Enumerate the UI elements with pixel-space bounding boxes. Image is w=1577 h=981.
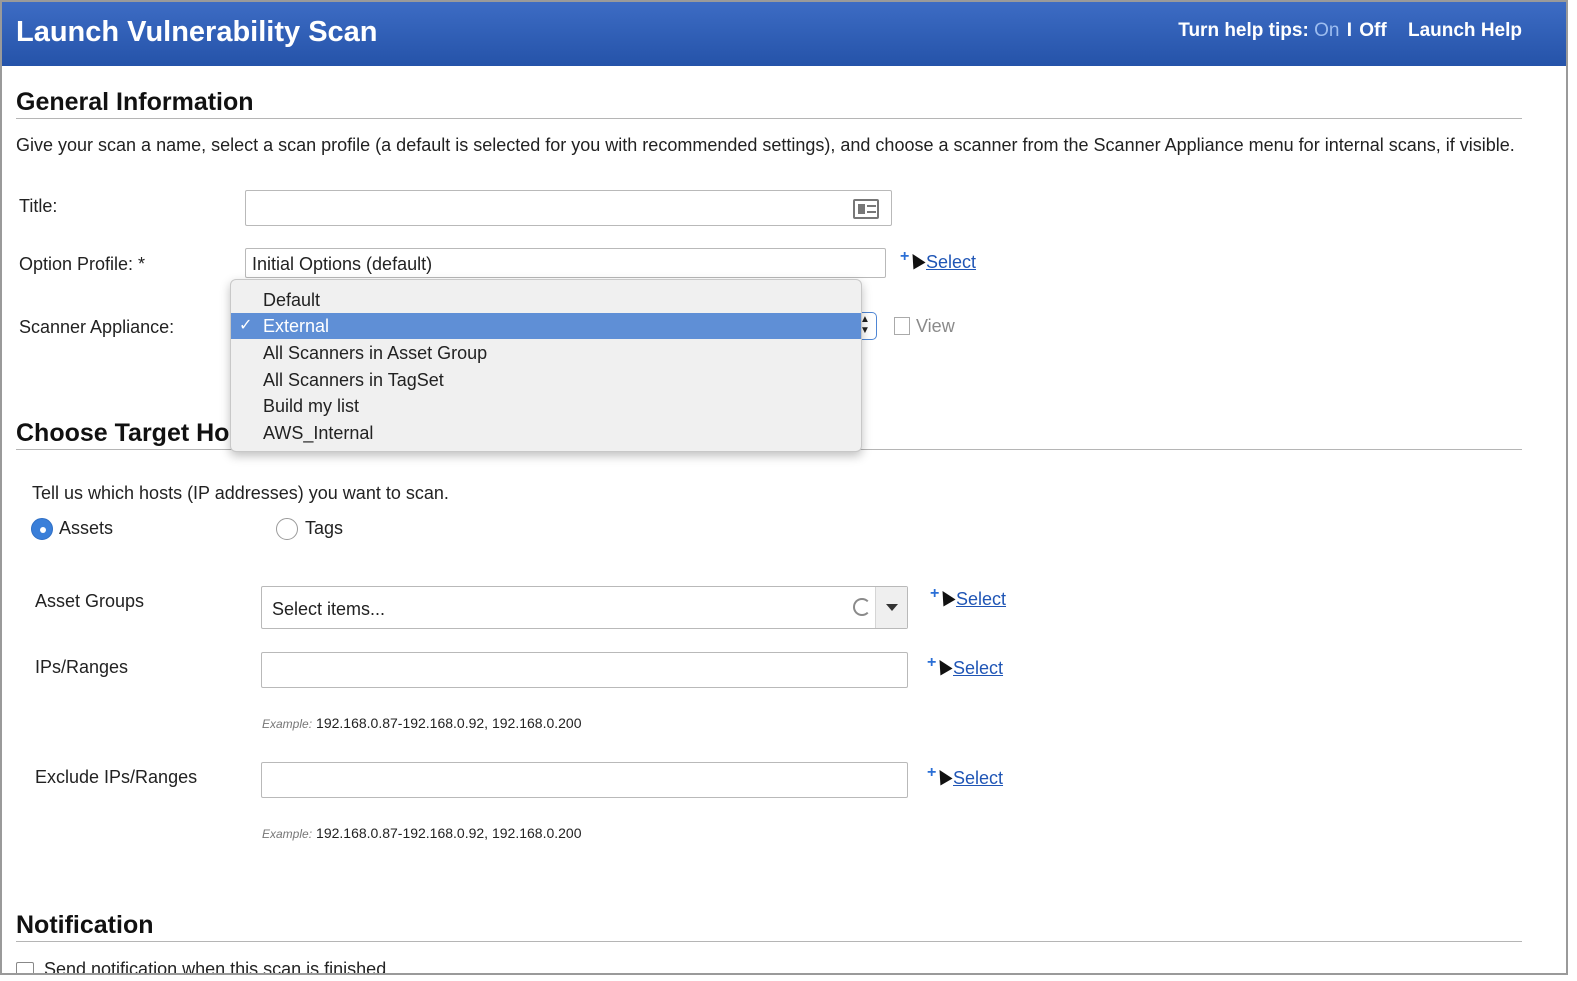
- title-label: Title:: [19, 196, 58, 216]
- contact-card-icon[interactable]: [853, 199, 879, 219]
- ips-ranges-label: IPs/Ranges: [35, 657, 129, 677]
- magnifier-icon: [894, 317, 910, 335]
- option-profile-select-link[interactable]: Select: [926, 252, 976, 273]
- scanner-option-selected[interactable]: ✓ External: [231, 313, 861, 339]
- launch-help-link[interactable]: Launch Help: [1408, 20, 1522, 41]
- exclude-ips-example: Example: 192.168.0.87-192.168.0.92, 192.1…: [262, 825, 582, 841]
- exclude-ips-input[interactable]: [261, 762, 908, 798]
- help-tips-on-link[interactable]: On: [1314, 20, 1339, 41]
- target-instruction: Tell us which hosts (IP addresses) you w…: [32, 483, 449, 503]
- example-prefix: Example:: [262, 827, 313, 841]
- asset-groups-select-link[interactable]: Select: [956, 589, 1006, 610]
- refresh-icon[interactable]: [853, 598, 871, 616]
- example-prefix: Example:: [262, 717, 313, 731]
- assets-radio[interactable]: [31, 518, 53, 540]
- tags-radio[interactable]: [276, 518, 298, 540]
- option-profile-label: Option Profile: *: [19, 254, 146, 274]
- select-cursor-icon[interactable]: +: [900, 248, 926, 274]
- assets-radio-label[interactable]: Assets: [59, 518, 113, 539]
- help-tips-off-link[interactable]: Off: [1359, 20, 1386, 41]
- asset-groups-placeholder: Select items...: [272, 599, 386, 619]
- option-profile-value: Initial Options (default): [252, 254, 433, 274]
- send-notification-checkbox[interactable]: [16, 962, 34, 973]
- select-cursor-icon[interactable]: +: [927, 654, 953, 680]
- scanner-option[interactable]: All Scanners in TagSet: [231, 367, 861, 393]
- help-tips-separator: I: [1346, 20, 1352, 41]
- scanner-option[interactable]: Default: [231, 287, 861, 313]
- ips-ranges-example: Example: 192.168.0.87-192.168.0.92, 192.1…: [262, 715, 582, 731]
- exclude-ips-select-link[interactable]: Select: [953, 768, 1003, 789]
- help-controls: Turn help tips: On I Off Launch Help: [1178, 20, 1522, 42]
- scanner-view-link[interactable]: View: [894, 316, 955, 337]
- scanner-option[interactable]: All Scanners in Asset Group: [231, 340, 861, 366]
- scanner-option-label: External: [263, 316, 330, 336]
- choose-target-hosts-heading: Choose Target Ho: [16, 419, 230, 447]
- section-divider: [16, 941, 1522, 942]
- tags-radio-label[interactable]: Tags: [305, 518, 343, 539]
- scanner-option[interactable]: Build my list: [231, 393, 861, 419]
- dialog-titlebar: Launch Vulnerability Scan Turn help tips…: [2, 2, 1566, 66]
- notification-heading: Notification: [16, 911, 154, 939]
- asset-groups-label: Asset Groups: [35, 591, 145, 611]
- example-value: 192.168.0.87-192.168.0.92, 192.168.0.200: [316, 715, 582, 731]
- dialog-title: Launch Vulnerability Scan: [16, 16, 378, 48]
- help-tips-label: Turn help tips:: [1178, 20, 1309, 41]
- general-description: Give your scan a name, select a scan pro…: [16, 135, 1515, 155]
- asset-groups-dropdown-toggle[interactable]: [875, 587, 907, 628]
- checkmark-icon: ✓: [239, 317, 253, 334]
- select-cursor-icon[interactable]: +: [930, 585, 956, 611]
- select-cursor-icon[interactable]: +: [927, 764, 953, 790]
- section-divider: [16, 118, 1522, 119]
- asset-groups-select[interactable]: Select items...: [261, 586, 908, 629]
- scanner-view-label: View: [916, 316, 955, 336]
- title-input[interactable]: [245, 190, 892, 226]
- exclude-ips-label: Exclude IPs/Ranges: [35, 767, 198, 787]
- send-notification-label[interactable]: Send notification when this scan is fini…: [44, 959, 386, 973]
- ips-ranges-select-link[interactable]: Select: [953, 658, 1003, 679]
- option-profile-field[interactable]: Initial Options (default): [245, 248, 886, 278]
- ips-ranges-input[interactable]: [261, 652, 908, 688]
- scanner-option[interactable]: AWS_Internal: [231, 420, 861, 446]
- launch-scan-dialog: Launch Vulnerability Scan Turn help tips…: [0, 0, 1568, 975]
- example-value: 192.168.0.87-192.168.0.92, 192.168.0.200: [316, 825, 582, 841]
- caret-down-icon: [886, 604, 898, 611]
- scanner-appliance-dropdown[interactable]: Default ✓ External All Scanners in Asset…: [230, 279, 862, 452]
- general-information-heading: General Information: [16, 88, 254, 116]
- scanner-appliance-label: Scanner Appliance:: [19, 317, 175, 337]
